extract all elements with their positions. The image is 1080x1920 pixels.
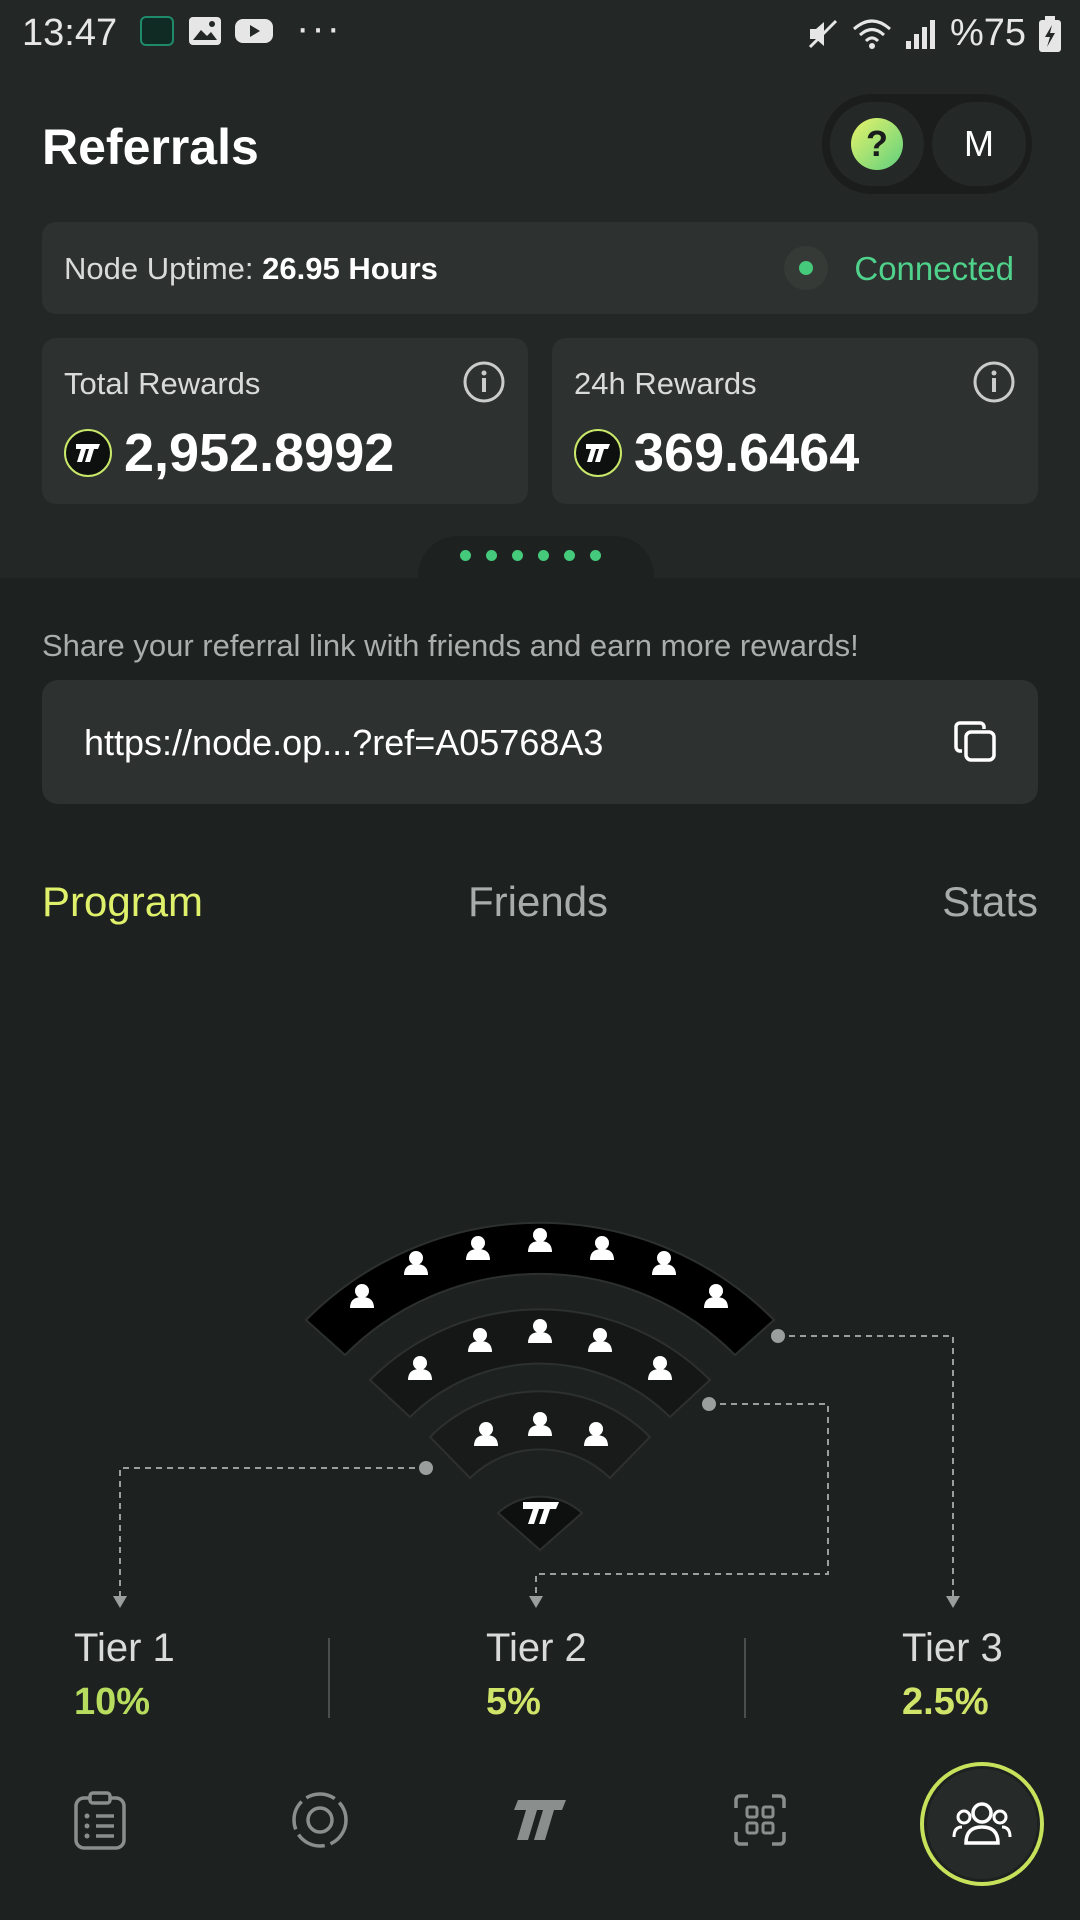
referral-link: https://node.op...?ref=A05768A3: [84, 722, 604, 763]
copy-icon[interactable]: [952, 718, 1000, 766]
clipboard-list-icon: [74, 1791, 126, 1850]
tier-divider: [328, 1638, 330, 1718]
tier-name: Tier 1: [74, 1626, 175, 1670]
users-icon: [952, 1802, 1012, 1845]
signal-icon: [905, 19, 935, 49]
pager-dot: [590, 550, 601, 561]
info-icon[interactable]: [462, 360, 506, 404]
pager-dot: [512, 550, 523, 561]
more-notifications-icon: ···: [296, 6, 342, 50]
tier-2: Tier 2 5%: [486, 1626, 587, 1724]
nav-tasks[interactable]: [40, 1760, 160, 1880]
mute-icon: [808, 19, 837, 48]
pager-dot: [460, 550, 471, 561]
tier-diagram: [113, 1221, 960, 1608]
uptime-value: 26.95 Hours: [262, 251, 438, 286]
bottom-nav: [0, 1760, 1080, 1920]
token-icon: [574, 429, 622, 477]
daily-rewards-card: 24h Rewards 369.6464: [552, 338, 1038, 504]
pager-dot: [538, 550, 549, 561]
avatar[interactable]: M: [932, 102, 1026, 186]
tier-percent: 2.5%: [902, 1681, 989, 1723]
tier-name: Tier 2: [486, 1626, 587, 1670]
pager-dot: [486, 550, 497, 561]
logo-icon: [514, 1800, 566, 1840]
reward-value: 369.6464: [634, 423, 860, 483]
nav-apps[interactable]: [700, 1760, 820, 1880]
info-icon[interactable]: [972, 360, 1016, 404]
tab-friends[interactable]: Friends: [468, 878, 608, 926]
tab-program[interactable]: Program: [42, 878, 203, 926]
status-right: %75: [806, 12, 1062, 55]
reward-value-row: 2,952.8992: [64, 422, 394, 484]
token-icon: [64, 429, 112, 477]
pager-dots[interactable]: [460, 550, 601, 561]
target-icon: [292, 1792, 348, 1848]
help-button[interactable]: ?: [830, 102, 924, 186]
pager-dot: [564, 550, 575, 561]
battery-icon: [1039, 15, 1061, 52]
share-description: Share your referral link with friends an…: [42, 628, 859, 663]
apps-grid-icon: [734, 1794, 786, 1846]
reward-value: 2,952.8992: [124, 423, 395, 483]
tab-stats[interactable]: Stats: [942, 878, 1038, 926]
uptime-card: Node Uptime: 26.95 Hours Connected: [42, 222, 1038, 314]
referral-link-box[interactable]: https://node.op...?ref=A05768A3: [42, 680, 1038, 804]
tier-percent: 5%: [486, 1681, 541, 1723]
battery-percent: %75: [949, 12, 1026, 54]
page-title: Referrals: [42, 119, 259, 175]
tier-divider: [744, 1638, 746, 1718]
tier-1: Tier 1 10%: [74, 1626, 175, 1724]
connection-status: Connected: [854, 250, 1014, 287]
reward-label: Total Rewards: [64, 366, 261, 401]
tier-percent: 10%: [74, 1681, 151, 1723]
nav-node[interactable]: [260, 1760, 380, 1880]
nav-referrals[interactable]: [922, 1764, 1042, 1884]
tier-name: Tier 3: [902, 1626, 1003, 1670]
reward-value-row: 369.6464: [574, 422, 859, 484]
total-rewards-card: Total Rewards 2,952.8992: [42, 338, 528, 504]
uptime-label: Node Uptime:: [64, 251, 254, 286]
status-time: 13:47: [22, 12, 118, 54]
nav-home[interactable]: [480, 1760, 600, 1880]
reward-label: 24h Rewards: [574, 366, 757, 401]
connection-status-icon: [784, 246, 828, 290]
help-icon: ?: [851, 118, 903, 170]
tier-3: Tier 3 2.5%: [902, 1626, 1003, 1724]
status-bar: 13:47 ··· %75: [0, 0, 1080, 64]
uptime-row: Node Uptime: 26.95 Hours: [64, 251, 438, 287]
youtube-icon: [235, 19, 273, 43]
connection-dot: [799, 261, 813, 275]
gallery-icon: [189, 17, 221, 45]
app-notification-icon: [140, 16, 174, 46]
wifi-icon: [852, 19, 891, 49]
